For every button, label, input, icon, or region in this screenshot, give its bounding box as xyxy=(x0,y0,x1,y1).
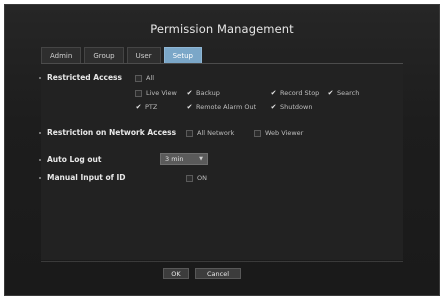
web-viewer-label: Web Viewer xyxy=(265,129,304,137)
ptz-checkbox[interactable]: ✔ PTZ xyxy=(135,102,158,111)
ptz-label: PTZ xyxy=(145,103,158,111)
all-label: All xyxy=(146,74,155,82)
footer-divider xyxy=(41,261,403,262)
manual-input-on-checkbox[interactable]: ON xyxy=(186,174,207,182)
live-view-label: Live View xyxy=(146,89,177,97)
all-checkbox[interactable]: All xyxy=(135,74,154,82)
manual-input-on-label: ON xyxy=(197,174,207,182)
checkbox-empty-icon xyxy=(254,129,261,137)
network-access-label: Restriction on Network Access xyxy=(47,128,177,137)
auto-logout-value: 3 min xyxy=(165,155,184,163)
tab-bar: Admin Group User Setup xyxy=(41,47,202,63)
checkmark-icon: ✔ xyxy=(270,102,277,111)
manual-input-label: Manual Input of ID xyxy=(47,173,126,182)
bullet-icon xyxy=(39,132,41,134)
checkmark-icon: ✔ xyxy=(135,102,142,111)
all-network-checkbox[interactable]: All Network xyxy=(186,129,234,137)
search-checkbox[interactable]: ✔ Search xyxy=(327,88,360,97)
backup-label: Backup xyxy=(196,89,220,97)
tab-group[interactable]: Group xyxy=(84,47,124,63)
checkmark-icon: ✔ xyxy=(186,88,193,97)
checkmark-icon: ✔ xyxy=(270,88,277,97)
tab-admin[interactable]: Admin xyxy=(41,47,82,63)
live-view-checkbox[interactable]: Live View xyxy=(135,89,177,97)
remote-alarm-out-label: Remote Alarm Out xyxy=(196,103,257,111)
bullet-icon xyxy=(39,177,41,179)
bullet-icon xyxy=(39,159,41,161)
auto-logout-label: Auto Log out xyxy=(47,155,102,164)
tab-setup[interactable]: Setup xyxy=(163,47,202,63)
checkbox-empty-icon xyxy=(135,89,142,97)
backup-checkbox[interactable]: ✔ Backup xyxy=(186,89,220,97)
checkmark-icon: ✔ xyxy=(186,102,193,111)
record-stop-checkbox[interactable]: ✔ Record Stop xyxy=(270,88,320,97)
ok-button[interactable]: OK xyxy=(163,268,189,279)
checkbox-empty-icon xyxy=(186,129,193,137)
permission-management-dialog: Permission Management Admin Group User S… xyxy=(4,4,440,296)
web-viewer-checkbox[interactable]: Web Viewer xyxy=(254,129,303,137)
auto-logout-select[interactable]: 3 min ▼ xyxy=(160,153,208,165)
remote-alarm-out-checkbox[interactable]: ✔ Remote Alarm Out xyxy=(186,102,257,111)
all-network-label: All Network xyxy=(197,129,235,137)
dialog-title: Permission Management xyxy=(150,22,294,36)
restricted-access-label: Restricted Access xyxy=(47,73,122,82)
tab-user[interactable]: User xyxy=(126,47,161,63)
shutdown-label: Shutdown xyxy=(280,103,313,111)
shutdown-checkbox[interactable]: ✔ Shutdown xyxy=(270,102,313,111)
cancel-button[interactable]: Cancel xyxy=(195,268,241,279)
bullet-icon xyxy=(39,77,41,79)
chevron-down-icon: ▼ xyxy=(199,156,203,162)
checkbox-empty-icon xyxy=(186,174,193,182)
search-label: Search xyxy=(337,89,360,97)
checkmark-icon: ✔ xyxy=(327,88,334,97)
record-stop-label: Record Stop xyxy=(280,89,320,97)
checkbox-empty-icon xyxy=(135,74,142,82)
